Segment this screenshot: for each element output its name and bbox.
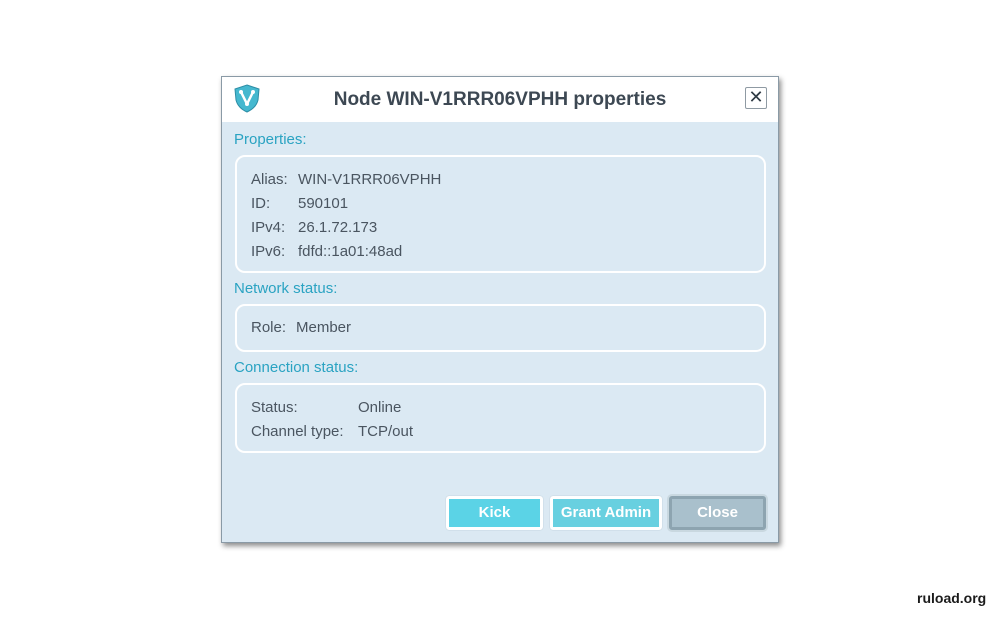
connection-status-panel: Status: Online Channel type: TCP/out <box>235 383 766 453</box>
close-button[interactable]: Close <box>669 496 766 530</box>
ipv4-key: IPv4: <box>251 219 286 236</box>
connection-status-label: Connection status: <box>234 359 359 376</box>
role-key: Role: <box>251 319 287 336</box>
ipv4-value: 26.1.72.173 <box>298 219 378 236</box>
title-bar[interactable]: Node WIN-V1RRR06VPHH properties ✕ <box>222 77 778 122</box>
watermark: ruload.org <box>917 590 987 606</box>
network-status-panel: Role: Member <box>235 304 766 352</box>
close-icon[interactable]: ✕ <box>745 87 767 109</box>
dialog-title: Node WIN-V1RRR06VPHH properties <box>333 89 667 110</box>
id-value: 590101 <box>298 195 349 212</box>
alias-key: Alias: <box>251 171 288 188</box>
status-value: Online <box>358 399 402 416</box>
id-key: ID: <box>251 195 271 212</box>
status-key: Status: <box>251 399 298 416</box>
channel-type-value: TCP/out <box>358 423 414 440</box>
network-status-label: Network status: <box>234 280 338 297</box>
channel-type-key: Channel type: <box>251 423 344 440</box>
node-properties-dialog: Node WIN-V1RRR06VPHH properties ✕ Proper… <box>221 76 779 543</box>
ipv6-value: fdfd::1a01:48ad <box>298 243 403 260</box>
properties-panel: Alias: WIN-V1RRR06VPHH ID: 590101 IPv4: … <box>235 155 766 273</box>
grant-admin-button[interactable]: Grant Admin <box>550 496 662 530</box>
ipv6-key: IPv6: <box>251 243 286 260</box>
alias-value: WIN-V1RRR06VPHH <box>298 171 442 188</box>
kick-button[interactable]: Kick <box>446 496 543 530</box>
role-value: Member <box>296 319 352 336</box>
properties-label: Properties: <box>234 131 307 148</box>
